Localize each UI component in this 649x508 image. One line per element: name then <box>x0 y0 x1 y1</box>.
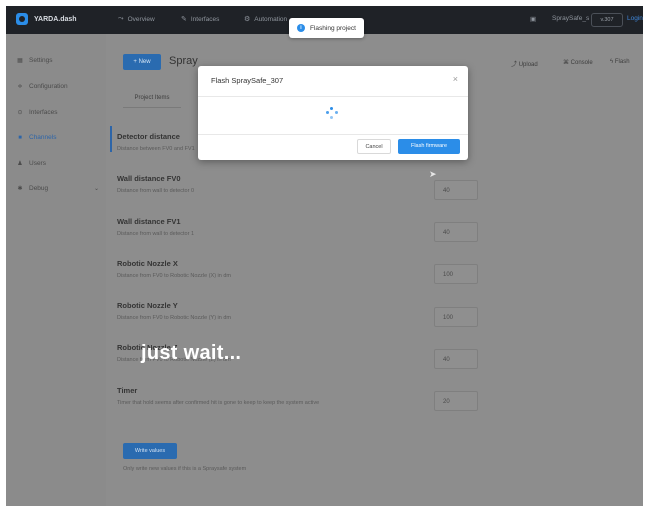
close-icon[interactable]: × <box>453 74 458 84</box>
upload-icon: ⤴ <box>511 62 518 68</box>
square-icon: ■ <box>18 134 22 141</box>
flash-button[interactable]: ϟ Flash <box>610 59 630 65</box>
spinner-dot <box>330 116 333 119</box>
app-window: YARDA.dash ⤳ Overview ✎ Interfaces ⚙ Aut… <box>6 6 643 506</box>
field-description: Distance between FV0 and FV1 <box>117 146 195 152</box>
chevron-down-icon[interactable]: ⌄ <box>94 185 99 192</box>
lightning-icon: ϟ <box>610 59 614 65</box>
info-icon: i <box>297 24 305 32</box>
overlay-caption: just wait... <box>141 342 242 364</box>
field-wall-distance-fv0: Wall distance FV0 Distance from wall to … <box>117 174 194 194</box>
spinner-dot <box>326 111 329 114</box>
field-description: Distance from FV0 to Robotic Nozzle (X) … <box>117 273 232 279</box>
flash-firmware-button[interactable]: Flash firmware <box>398 139 460 154</box>
nav-overview[interactable]: ⤳ Overview <box>118 15 155 23</box>
app-logo[interactable]: YARDA.dash <box>16 13 77 25</box>
field-detector-distance: Detector distance Distance between FV0 a… <box>117 132 195 152</box>
bug-icon: ✱ <box>17 186 23 192</box>
spinner-dot <box>335 111 338 114</box>
grid-icon: ▦ <box>17 58 23 64</box>
loading-spinner-icon <box>326 107 338 119</box>
flash-label: Flash <box>614 59 630 65</box>
mouse-cursor-icon: ➤ <box>429 169 437 179</box>
sliders-icon: ≑ <box>17 84 23 90</box>
plug-icon: ⊙ <box>17 110 23 116</box>
toast-text: Flashing project <box>310 24 356 32</box>
field-robotic-nozzle-x: Robotic Nozzle X Distance from FV0 to Ro… <box>117 259 231 279</box>
timer-input[interactable]: 20 <box>434 391 478 411</box>
field-title: Wall distance FV0 <box>117 174 181 183</box>
footer-note: Only write new values if this is a Spray… <box>123 466 247 472</box>
sidebar-item-interfaces[interactable]: ⊙ Interfaces <box>16 109 58 116</box>
field-description: Distance from wall to detector 0 <box>117 188 195 194</box>
cancel-button[interactable]: Cancel <box>357 139 391 154</box>
console-label: Console <box>570 60 593 66</box>
terminal-icon: ⌘ <box>563 60 569 66</box>
active-indicator <box>110 126 112 152</box>
nav-interfaces-label: Interfaces <box>190 15 220 23</box>
sidebar-item-debug[interactable]: ✱ Debug <box>16 185 48 192</box>
sidebar-item-settings[interactable]: ▦ Settings <box>16 57 53 64</box>
console-button[interactable]: ⌘ Console <box>563 59 593 66</box>
write-values-button[interactable]: Write values <box>123 443 177 459</box>
sidebar-item-label: Interfaces <box>29 109 58 116</box>
sidebar-item-label: Users <box>29 160 46 167</box>
robotic-nozzle-x-input[interactable]: 100 <box>434 264 478 284</box>
field-wall-distance-fv1: Wall distance FV1 Distance from wall to … <box>117 217 194 237</box>
project-title: Spray <box>169 55 198 67</box>
field-robotic-nozzle-y: Robotic Nozzle Y Distance from FV0 to Ro… <box>117 301 231 321</box>
tab-project-items[interactable]: Project Items <box>123 89 181 108</box>
new-button[interactable]: + New <box>123 54 161 70</box>
field-title: Wall distance FV1 <box>117 217 181 226</box>
nav-automation-label: Automation <box>254 15 288 23</box>
sidebar-item-label: Debug <box>29 185 49 192</box>
version-badge: v.307 <box>591 13 623 27</box>
upload-button[interactable]: ⤴ Upload <box>511 59 538 68</box>
sidebar-item-label: Configuration <box>29 83 68 90</box>
app-name: YARDA.dash <box>34 15 77 23</box>
robotic-nozzle-z-input[interactable]: 40 <box>434 349 478 369</box>
field-title: Detector distance <box>117 132 180 141</box>
sidebar: ▦ Settings ≑ Configuration ⊙ Interfaces … <box>6 34 107 506</box>
chart-line-icon: ⤳ <box>118 15 124 22</box>
gear-icon: ⚙ <box>244 16 251 23</box>
nav-automation[interactable]: ⚙ Automation <box>244 15 288 24</box>
toast-notification: i Flashing project <box>289 18 364 38</box>
dialog-title: Flash SpraySafe_307 <box>211 76 284 85</box>
device-icon[interactable]: ▣ <box>530 15 536 23</box>
spinner-dot <box>330 107 333 110</box>
user-icon: ♟ <box>17 161 23 167</box>
sidebar-item-configuration[interactable]: ≑ Configuration <box>16 83 68 90</box>
pencil-icon: ✎ <box>181 16 187 23</box>
logo-icon <box>16 13 28 25</box>
sidebar-item-label: Settings <box>29 57 53 64</box>
field-title: Robotic Nozzle X <box>117 259 178 268</box>
divider <box>198 134 468 135</box>
field-description: Distance from wall to detector 1 <box>117 231 195 237</box>
user-label[interactable]: SpraySafe_s <box>552 15 589 22</box>
upload-label: Upload <box>518 62 538 68</box>
field-description: Timer that hold seems after confirmed hi… <box>117 400 320 406</box>
field-title: Timer <box>117 386 138 395</box>
sidebar-item-label: Channels <box>29 134 57 141</box>
wall-distance-fv0-input[interactable]: 40 <box>434 180 478 200</box>
flash-dialog: Flash SpraySafe_307 × Cancel Flash firmw… <box>198 66 468 160</box>
robotic-nozzle-y-input[interactable]: 100 <box>434 307 478 327</box>
field-title: Robotic Nozzle Y <box>117 301 178 310</box>
nav-overview-label: Overview <box>127 15 155 23</box>
wall-distance-fv1-input[interactable]: 40 <box>434 222 478 242</box>
field-timer: Timer Timer that hold seems after confir… <box>117 386 319 406</box>
field-description: Distance from FV0 to Robotic Nozzle (Y) … <box>117 315 232 321</box>
divider <box>198 96 468 97</box>
login-link[interactable]: Login <box>627 15 643 22</box>
nav-interfaces[interactable]: ✎ Interfaces <box>181 15 220 24</box>
sidebar-item-users[interactable]: ♟ Users <box>16 160 46 167</box>
sidebar-item-channels[interactable]: ■ Channels <box>16 134 56 141</box>
